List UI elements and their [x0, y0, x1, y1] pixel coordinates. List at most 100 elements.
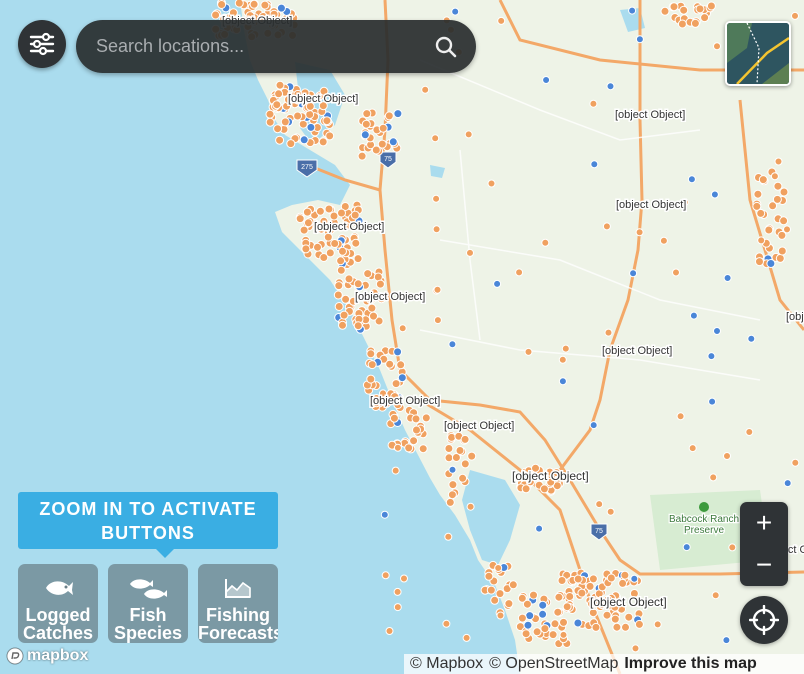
spot-marker[interactable]: [421, 413, 431, 423]
spot-marker[interactable]: [565, 592, 575, 601]
spot-marker[interactable]: [275, 80, 285, 90]
spot-marker[interactable]: [455, 446, 465, 455]
zoom-out-button[interactable]: −: [740, 544, 788, 586]
spot-marker[interactable]: [521, 629, 531, 639]
spot-marker[interactable]: [524, 347, 533, 356]
spot-marker[interactable]: [561, 344, 570, 353]
spot-marker[interactable]: [515, 268, 524, 277]
spot-marker[interactable]: [706, 1, 716, 11]
spot-marker[interactable]: [783, 225, 791, 234]
spot-marker-blue[interactable]: [393, 109, 403, 119]
spot-marker-blue[interactable]: [573, 618, 583, 628]
spot-marker[interactable]: [660, 6, 670, 16]
spot-marker-blue[interactable]: [629, 269, 638, 278]
spot-marker[interactable]: [497, 16, 506, 25]
spot-marker[interactable]: [558, 355, 567, 364]
spot-marker[interactable]: [460, 434, 470, 444]
spot-marker[interactable]: [396, 360, 406, 370]
spot-marker[interactable]: [634, 619, 644, 629]
spot-marker[interactable]: [585, 581, 595, 591]
spot-marker[interactable]: [723, 452, 731, 460]
spot-marker[interactable]: [676, 412, 685, 421]
spot-marker[interactable]: [377, 139, 387, 149]
spot-marker[interactable]: [375, 279, 385, 289]
spot-marker[interactable]: [411, 414, 421, 424]
spot-marker[interactable]: [418, 444, 428, 454]
spot-marker-blue[interactable]: [589, 421, 598, 430]
spot-marker[interactable]: [301, 244, 311, 254]
spot-marker[interactable]: [337, 208, 346, 218]
spot-marker[interactable]: [369, 311, 378, 321]
spot-marker[interactable]: [618, 578, 628, 588]
search-input[interactable]: [94, 35, 434, 58]
spot-marker[interactable]: [679, 5, 689, 15]
spot-marker-blue[interactable]: [710, 190, 719, 199]
spot-marker[interactable]: [758, 175, 768, 185]
spot-marker[interactable]: [398, 324, 407, 333]
spot-marker-blue[interactable]: [689, 311, 698, 320]
spot-marker[interactable]: [504, 599, 514, 609]
spot-marker[interactable]: [508, 580, 518, 590]
spot-marker[interactable]: [366, 374, 376, 384]
spot-marker[interactable]: [353, 279, 363, 289]
spot-marker[interactable]: [711, 591, 720, 600]
spot-marker[interactable]: [323, 232, 333, 242]
spot-marker[interactable]: [381, 571, 390, 580]
spot-marker[interactable]: [400, 574, 408, 583]
spot-marker[interactable]: [295, 214, 305, 224]
spot-marker-blue[interactable]: [682, 543, 691, 552]
spot-marker[interactable]: [280, 117, 290, 127]
spot-marker[interactable]: [573, 574, 583, 584]
spot-marker[interactable]: [777, 246, 787, 256]
spot-marker[interactable]: [541, 238, 550, 247]
spot-marker[interactable]: [338, 246, 347, 256]
spot-marker[interactable]: [602, 222, 611, 231]
spot-marker-blue[interactable]: [393, 347, 403, 357]
spot-marker[interactable]: [330, 239, 340, 248]
spot-marker[interactable]: [764, 225, 774, 235]
spot-marker-blue[interactable]: [299, 135, 309, 145]
spot-marker-blue[interactable]: [783, 479, 792, 488]
spot-marker[interactable]: [260, 0, 270, 10]
spot-marker[interactable]: [445, 497, 455, 507]
spot-marker[interactable]: [333, 290, 343, 300]
spot-marker[interactable]: [745, 428, 754, 436]
spot-marker[interactable]: [494, 564, 503, 572]
spot-marker[interactable]: [302, 207, 312, 217]
spot-marker-blue[interactable]: [606, 82, 615, 91]
locate-me-button[interactable]: [740, 596, 788, 644]
spot-marker[interactable]: [442, 619, 451, 628]
spot-marker[interactable]: [539, 484, 549, 494]
spot-marker[interactable]: [444, 453, 454, 463]
spot-marker[interactable]: [217, 0, 227, 9]
spot-marker-blue[interactable]: [723, 274, 732, 282]
spot-marker[interactable]: [484, 571, 494, 581]
spot-marker[interactable]: [448, 480, 458, 490]
spot-marker[interactable]: [588, 608, 598, 618]
spot-marker[interactable]: [334, 281, 344, 291]
spot-marker[interactable]: [391, 379, 401, 389]
spot-marker[interactable]: [709, 473, 718, 482]
spot-marker[interactable]: [577, 588, 587, 598]
spot-marker[interactable]: [384, 111, 394, 121]
spot-marker[interactable]: [672, 268, 680, 277]
spot-marker[interactable]: [339, 310, 349, 320]
spot-marker-blue[interactable]: [360, 130, 370, 140]
spot-marker[interactable]: [444, 444, 454, 453]
map-layer-toggle[interactable]: [725, 21, 791, 86]
spot-marker[interactable]: [595, 500, 604, 509]
spot-marker[interactable]: [462, 633, 471, 642]
spot-marker[interactable]: [688, 444, 697, 453]
spot-marker[interactable]: [612, 622, 622, 632]
spot-marker[interactable]: [409, 436, 419, 446]
zoom-in-button[interactable]: +: [740, 502, 788, 544]
spot-marker[interactable]: [774, 157, 783, 166]
spot-marker-blue[interactable]: [722, 636, 731, 645]
spot-marker[interactable]: [606, 573, 616, 583]
spot-marker[interactable]: [336, 265, 346, 275]
spot-marker[interactable]: [341, 294, 351, 304]
spot-marker[interactable]: [357, 151, 367, 161]
spot-marker[interactable]: [791, 458, 800, 467]
spot-marker[interactable]: [496, 611, 505, 620]
filter-button[interactable]: [18, 20, 66, 68]
